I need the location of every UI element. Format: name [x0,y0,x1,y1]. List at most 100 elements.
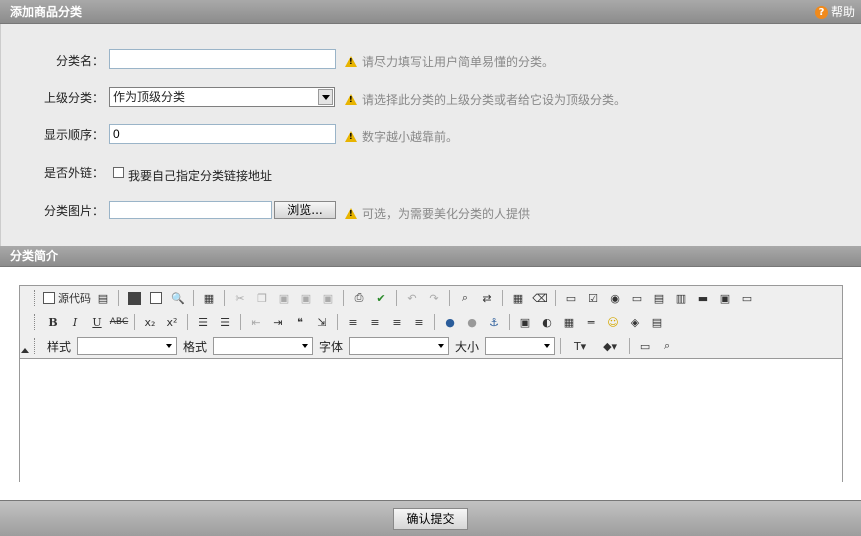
image-label: 分类图片： [43,204,104,218]
cut-icon[interactable]: ✂ [230,289,250,307]
select-all-icon[interactable]: ▦ [508,289,528,307]
italic-icon[interactable]: I [65,313,85,331]
style-select[interactable] [77,337,178,355]
bold-icon[interactable]: B [43,313,63,331]
size-select[interactable] [485,337,556,355]
paste-icon[interactable]: ▤ [93,289,113,307]
toolbar-separator [396,290,397,306]
spellcheck-icon[interactable]: ✔ [371,289,391,307]
editor-content-area[interactable] [20,358,842,482]
font-select[interactable] [349,337,450,355]
toolbar-separator [193,290,194,306]
bulleted-list-icon[interactable]: ☰ [215,313,235,331]
replace-icon[interactable]: ⇄ [477,289,497,307]
toolbar-separator [187,314,188,330]
toolbar-separator [240,314,241,330]
parent-select-value: 作为顶级分类 [113,90,186,104]
image-icon[interactable]: ▣ [515,313,535,331]
numbered-list-icon[interactable]: ☰ [193,313,213,331]
div-container-icon[interactable]: ⇲ [312,313,332,331]
smiley-icon[interactable]: ☺ [603,313,623,331]
link-icon[interactable]: ● [440,313,460,331]
submit-button[interactable]: 确认提交 [393,508,468,530]
external-link-checkbox-label: 我要自己指定分类链接地址 [128,169,273,183]
source-button[interactable]: 源代码 [43,289,91,307]
templates-icon[interactable]: ▦ [199,289,219,307]
indent-icon[interactable]: ⇥ [268,313,288,331]
maximize-icon[interactable]: ▭ [635,337,655,355]
print-icon[interactable]: ⎙ [349,289,369,307]
align-center-icon[interactable]: ≡ [365,313,385,331]
description-title: 分类简介 [10,249,59,263]
chevron-down-icon[interactable] [318,89,333,105]
order-hint-text: 数字越小越靠前。 [362,130,459,144]
size-label: 大小 [455,339,480,354]
anchor-icon[interactable]: ⚓ [484,313,504,331]
outdent-icon[interactable]: ⇤ [246,313,266,331]
background-color-icon[interactable]: ◆▾ [596,337,624,355]
subscript-icon[interactable]: x₂ [140,313,160,331]
select-field-icon[interactable]: ▥ [671,289,691,307]
undo-icon[interactable]: ↶ [402,289,422,307]
warning-icon [345,131,357,142]
form-icon[interactable]: ▭ [561,289,581,307]
special-char-icon[interactable]: ◈ [625,313,645,331]
browse-button[interactable]: 浏览... [274,201,336,219]
help-link[interactable]: ? 帮助 [814,0,855,24]
table-icon[interactable]: ▦ [559,313,579,331]
find-icon[interactable]: ⌕ [455,289,475,307]
show-blocks-icon[interactable]: ⌕ [657,337,677,355]
preview-icon[interactable]: 🔍 [168,289,188,307]
format-label: 格式 [183,339,208,354]
external-link-checkbox[interactable] [113,167,124,178]
text-color-icon[interactable]: T▾ [566,337,594,355]
source-icon [43,292,55,304]
save-icon[interactable] [124,289,144,307]
parent-hint: 请选择此分类的上级分类或者给它设为顶级分类。 [345,91,626,108]
order-hint: 数字越小越靠前。 [345,128,458,145]
align-left-icon[interactable]: ≡ [343,313,363,331]
order-input[interactable] [109,124,336,144]
paste-text-icon[interactable]: ▣ [296,289,316,307]
justify-icon[interactable]: ≡ [409,313,429,331]
toolbar-row-3: 样式 格式 字体 大小 T▾ ◆▾ ▭ ⌕ [34,336,677,356]
toolbar-separator [449,290,450,306]
source-label: 源代码 [58,292,91,305]
page-break-icon[interactable]: ▤ [647,313,667,331]
text-field-icon[interactable]: ▭ [627,289,647,307]
align-right-icon[interactable]: ≡ [387,313,407,331]
toolbar-row-1: 源代码 ▤ 🔍 ▦ ✂ ❐ ▣ ▣ ▣ ⎙ ✔ ↶ ↷ ⌕ ⇄ ▦ ⌫ ▭ ☑ … [34,288,757,308]
name-input[interactable] [109,49,336,69]
strikethrough-icon[interactable]: ABC [109,313,129,331]
blockquote-icon[interactable]: ❝ [290,313,310,331]
copy-icon[interactable]: ❐ [252,289,272,307]
underline-icon[interactable]: U [87,313,107,331]
image-hint: 可选，为需要美化分类的人提供 [345,205,530,222]
description-header: 分类简介 [0,246,861,267]
paste-plain-icon[interactable]: ▣ [274,289,294,307]
page-title: 添加商品分类 [10,5,83,19]
collapse-toolbar-icon[interactable] [21,348,29,353]
remove-format-icon[interactable]: ⌫ [530,289,550,307]
parent-select[interactable]: 作为顶级分类 [109,87,335,107]
paste-word-icon[interactable]: ▣ [318,289,338,307]
image-file-input[interactable] [109,201,272,219]
new-page-icon[interactable] [146,289,166,307]
toolbar-grip [34,290,38,306]
textarea-icon[interactable]: ▤ [649,289,669,307]
redo-icon[interactable]: ↷ [424,289,444,307]
image-button-icon[interactable]: ▣ [715,289,735,307]
radio-icon[interactable]: ◉ [605,289,625,307]
button-field-icon[interactable]: ▬ [693,289,713,307]
page-header: 添加商品分类 ? 帮助 [0,0,861,24]
superscript-icon[interactable]: x² [162,313,182,331]
hidden-field-icon[interactable]: ▭ [737,289,757,307]
toolbar-separator [502,290,503,306]
horizontal-rule-icon[interactable]: ═ [581,313,601,331]
format-select[interactable] [213,337,314,355]
toolbar-row-2: B I U ABC x₂ x² ☰ ☰ ⇤ ⇥ ❝ ⇲ ≡ ≡ ≡ ≡ ● ● … [34,312,667,332]
unlink-icon[interactable]: ● [462,313,482,331]
toolbar-separator [337,314,338,330]
checkbox-icon[interactable]: ☑ [583,289,603,307]
flash-icon[interactable]: ◐ [537,313,557,331]
